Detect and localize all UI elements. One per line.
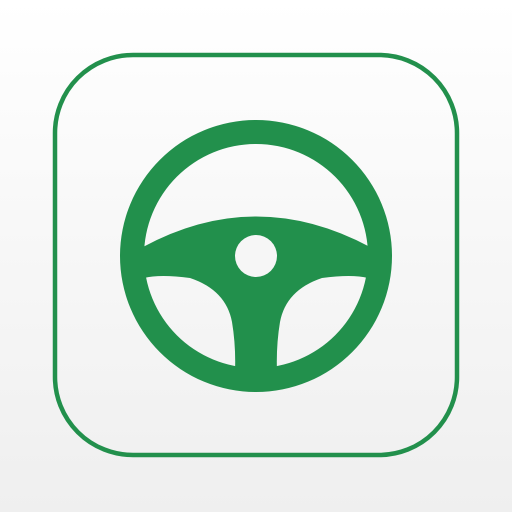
steering-wheel-icon xyxy=(120,120,392,392)
steering-wheel-hub xyxy=(235,235,277,277)
app-icon-graphic xyxy=(52,52,460,458)
app-icon xyxy=(0,0,512,512)
